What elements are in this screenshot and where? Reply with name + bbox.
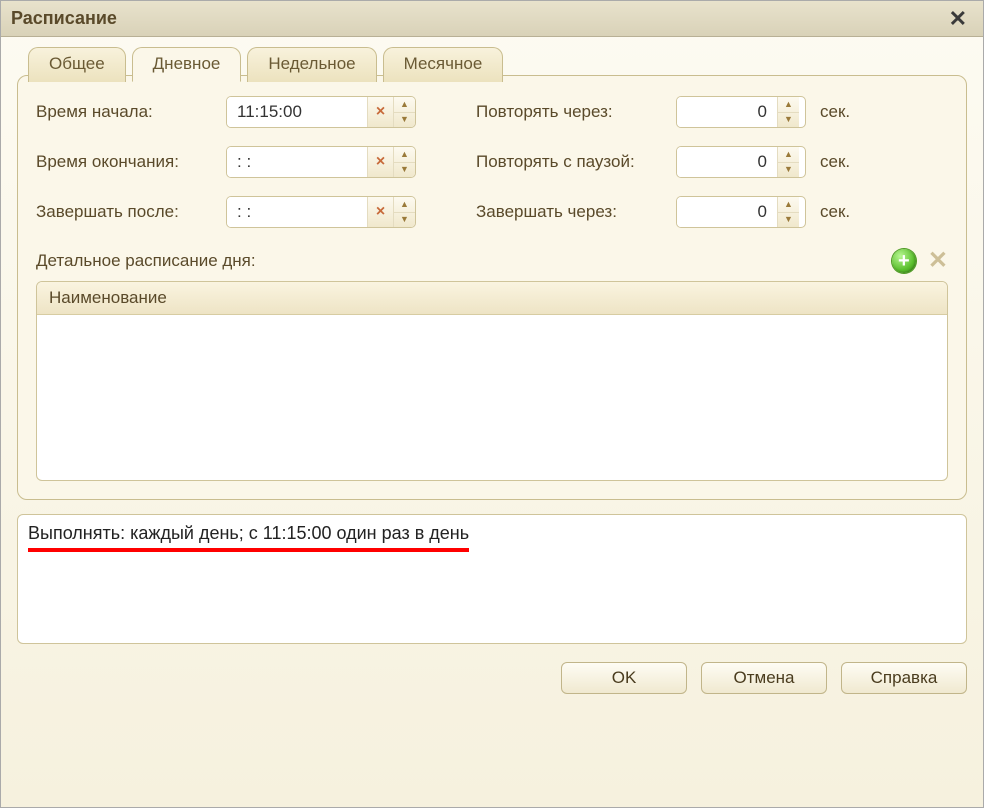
close-icon[interactable]: ✕ xyxy=(943,6,973,32)
cancel-button[interactable]: Отмена xyxy=(701,662,827,694)
label-start-time: Время начала: xyxy=(36,102,226,122)
content-area: Общее Дневное Недельное Месячное Время н… xyxy=(1,37,983,706)
start-time-input[interactable] xyxy=(227,97,367,127)
titlebar: Расписание ✕ xyxy=(1,1,983,37)
plus-icon[interactable]: + xyxy=(892,249,916,273)
clear-icon[interactable]: × xyxy=(367,97,393,127)
chevron-up-icon[interactable]: ▲ xyxy=(394,97,415,113)
summary-text: Выполнять: каждый день; с 11:15:00 один … xyxy=(28,523,469,552)
clear-icon[interactable]: × xyxy=(367,147,393,177)
repeat-pause-field: ▲ ▼ xyxy=(676,146,806,178)
label-repeat-pause: Повторять с паузой: xyxy=(476,152,676,172)
tab-body-daily: Время начала: × ▲ ▼ Повторять через: xyxy=(18,76,966,499)
delete-icon[interactable]: ✕ xyxy=(928,246,948,275)
help-button[interactable]: Справка xyxy=(841,662,967,694)
clear-icon[interactable]: × xyxy=(367,197,393,227)
row-finish-after: Завершать после: × ▲ ▼ Завершать через: xyxy=(36,196,948,228)
tab-weekly[interactable]: Недельное xyxy=(247,47,376,82)
finish-in-field: ▲ ▼ xyxy=(676,196,806,228)
chevron-down-icon[interactable]: ▼ xyxy=(778,213,799,228)
detail-actions: + ✕ xyxy=(892,246,948,275)
chevron-down-icon[interactable]: ▼ xyxy=(394,213,415,228)
num-spinner: ▲ ▼ xyxy=(777,147,799,177)
chevron-down-icon[interactable]: ▼ xyxy=(778,113,799,128)
finish-in-input[interactable] xyxy=(677,197,777,227)
tab-monthly[interactable]: Месячное xyxy=(383,47,504,82)
repeat-every-field: ▲ ▼ xyxy=(676,96,806,128)
unit-sec: сек. xyxy=(820,102,850,122)
column-header-name: Наименование xyxy=(37,282,947,315)
unit-sec: сек. xyxy=(820,202,850,222)
tab-daily[interactable]: Дневное xyxy=(132,47,242,82)
num-spinner: ▲ ▼ xyxy=(777,97,799,127)
chevron-up-icon[interactable]: ▲ xyxy=(778,147,799,163)
start-time-field: × ▲ ▼ xyxy=(226,96,416,128)
time-spinner: ▲ ▼ xyxy=(393,197,415,227)
dialog-buttons: OK Отмена Справка xyxy=(17,662,967,694)
tab-strip: Общее Дневное Недельное Месячное xyxy=(28,46,503,81)
label-finish-after: Завершать после: xyxy=(36,202,226,222)
label-finish-in: Завершать через: xyxy=(476,202,676,222)
tab-general[interactable]: Общее xyxy=(28,47,126,82)
time-spinner: ▲ ▼ xyxy=(393,97,415,127)
finish-after-input[interactable] xyxy=(227,197,367,227)
detail-label-row: Детальное расписание дня: + ✕ xyxy=(36,246,948,275)
chevron-up-icon[interactable]: ▲ xyxy=(778,97,799,113)
row-start-time: Время начала: × ▲ ▼ Повторять через: xyxy=(36,96,948,128)
tab-panel: Общее Дневное Недельное Месячное Время н… xyxy=(17,75,967,500)
label-detail-schedule: Детальное расписание дня: xyxy=(36,251,256,271)
summary-box: Выполнять: каждый день; с 11:15:00 один … xyxy=(17,514,967,644)
end-time-field: × ▲ ▼ xyxy=(226,146,416,178)
schedule-window: Расписание ✕ Общее Дневное Недельное Мес… xyxy=(0,0,984,808)
row-end-time: Время окончания: × ▲ ▼ Повторять с паузо… xyxy=(36,146,948,178)
repeat-every-input[interactable] xyxy=(677,97,777,127)
chevron-up-icon[interactable]: ▲ xyxy=(394,197,415,213)
chevron-up-icon[interactable]: ▲ xyxy=(778,197,799,213)
unit-sec: сек. xyxy=(820,152,850,172)
chevron-down-icon[interactable]: ▼ xyxy=(778,163,799,178)
end-time-input[interactable] xyxy=(227,147,367,177)
chevron-down-icon[interactable]: ▼ xyxy=(394,163,415,178)
label-repeat-every: Повторять через: xyxy=(476,102,676,122)
repeat-pause-input[interactable] xyxy=(677,147,777,177)
detail-table[interactable]: Наименование xyxy=(36,281,948,481)
time-spinner: ▲ ▼ xyxy=(393,147,415,177)
window-title: Расписание xyxy=(11,8,117,29)
label-end-time: Время окончания: xyxy=(36,152,226,172)
finish-after-field: × ▲ ▼ xyxy=(226,196,416,228)
num-spinner: ▲ ▼ xyxy=(777,197,799,227)
ok-button[interactable]: OK xyxy=(561,662,687,694)
chevron-up-icon[interactable]: ▲ xyxy=(394,147,415,163)
chevron-down-icon[interactable]: ▼ xyxy=(394,113,415,128)
